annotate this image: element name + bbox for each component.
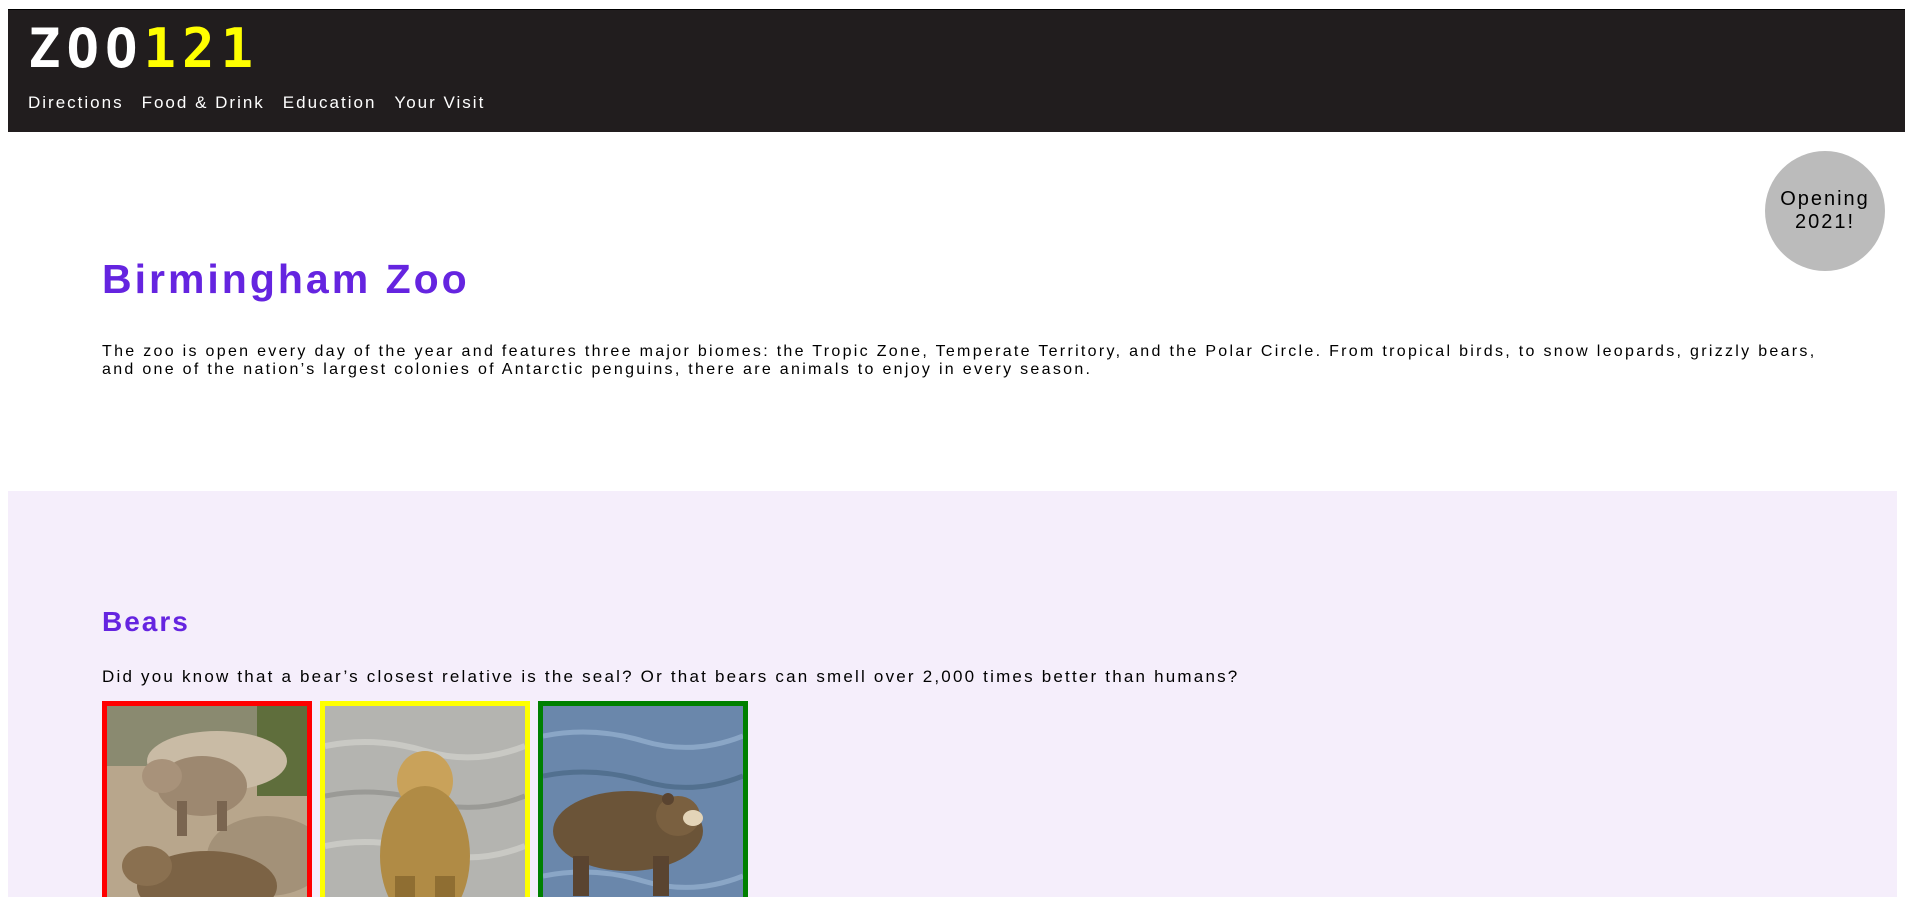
bear-photo-3[interactable] (538, 701, 748, 897)
opening-badge: Opening 2021! (1765, 151, 1885, 271)
nav-link-food-drink[interactable]: Food & Drink (142, 93, 265, 113)
page: ZOO121 Directions Food & Drink Education… (0, 0, 1905, 897)
main-nav: Directions Food & Drink Education Your V… (28, 93, 485, 113)
site-logo[interactable]: ZOO121 (28, 22, 259, 76)
nav-link-your-visit[interactable]: Your Visit (394, 93, 485, 113)
logo-text-number: 121 (143, 17, 260, 80)
bear-photo-gallery (102, 701, 748, 897)
bear-photo-1[interactable] (102, 701, 312, 897)
nav-link-directions[interactable]: Directions (28, 93, 124, 113)
page-title: Birmingham Zoo (102, 256, 470, 302)
site-header: ZOO121 Directions Food & Drink Education… (8, 9, 1905, 132)
opening-badge-text: Opening 2021! (1780, 188, 1870, 233)
bears-section: Bears Did you know that a bear’s closest… (8, 491, 1897, 897)
bears-fact: Did you know that a bear’s closest relat… (102, 667, 1240, 686)
bear-photo-2[interactable] (320, 701, 530, 897)
logo-text-zoo: ZOO (28, 17, 144, 80)
bears-heading: Bears (102, 606, 190, 637)
intro-paragraph: The zoo is open every day of the year an… (102, 343, 1817, 378)
nav-link-education[interactable]: Education (283, 93, 377, 113)
